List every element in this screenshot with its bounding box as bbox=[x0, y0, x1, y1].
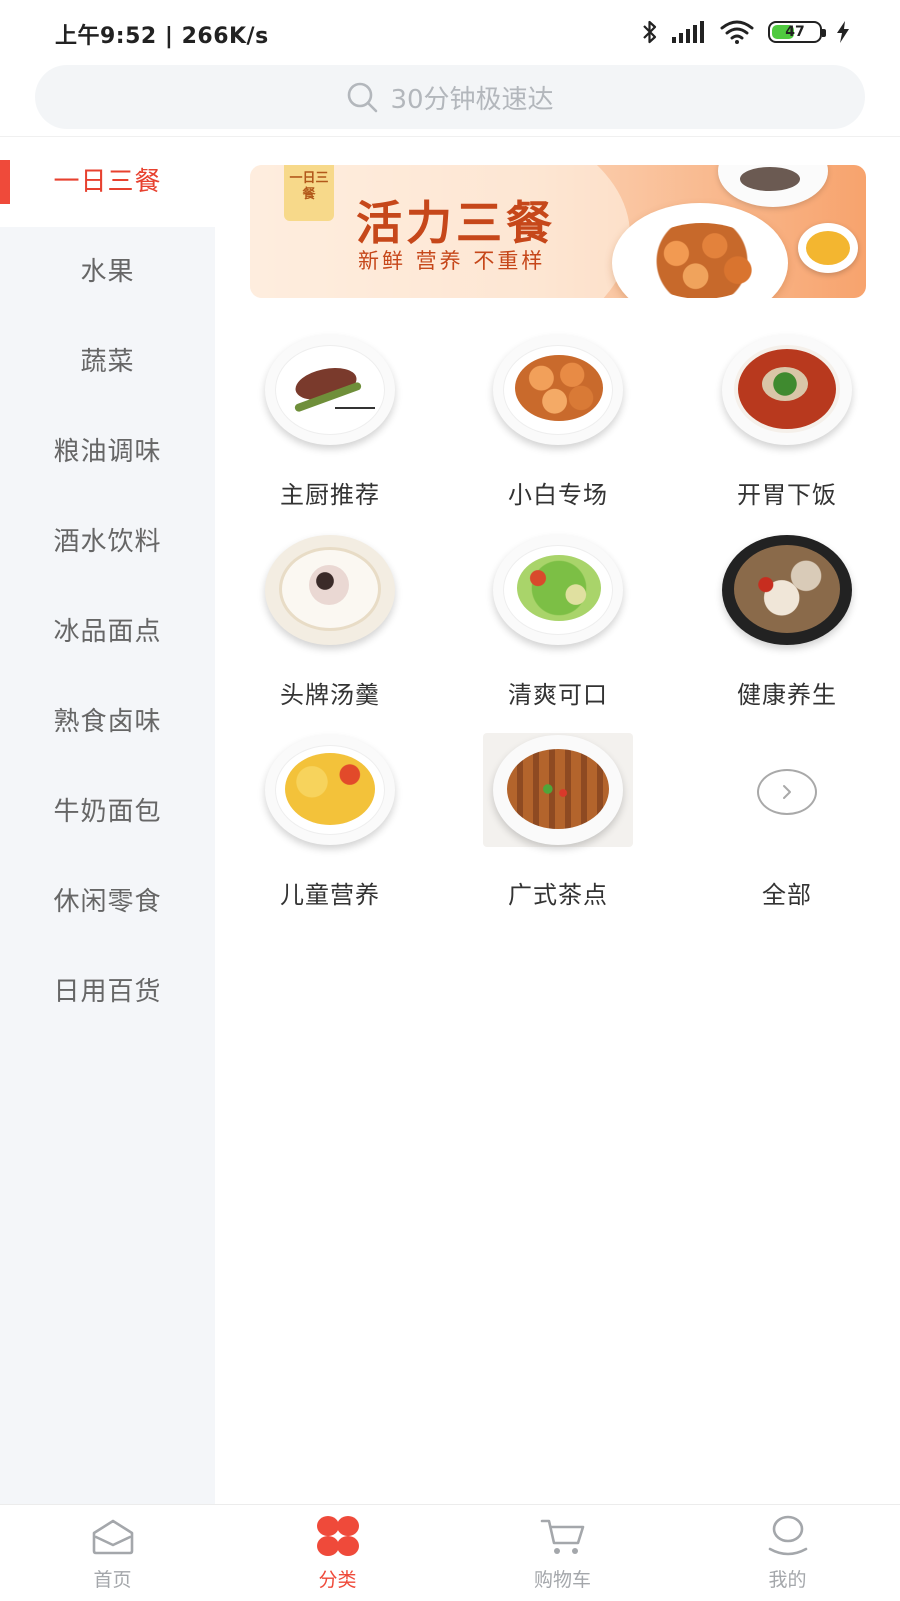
tile-label: 小白专场 bbox=[508, 481, 608, 509]
steak-asparagus-dish-image bbox=[265, 335, 395, 445]
food bbox=[734, 545, 840, 633]
sidebar-item-fruit[interactable]: 水果 bbox=[0, 227, 215, 317]
sidebar-item-vegetables[interactable]: 蔬菜 bbox=[0, 317, 215, 407]
home-icon bbox=[92, 1519, 134, 1555]
category-tile-soup[interactable]: 头牌汤羹 bbox=[230, 535, 430, 735]
food bbox=[515, 355, 603, 421]
sidebar-item-label: 冰品面点 bbox=[53, 617, 162, 647]
category-tile-chef-recommend[interactable]: 主厨推荐 bbox=[230, 335, 430, 535]
status-time: 上午9:52 | 266K/s bbox=[55, 24, 269, 49]
food bbox=[762, 367, 808, 401]
status-bar: 上午9:52 | 266K/s 47 bbox=[0, 0, 900, 64]
nav-label: 首页 bbox=[93, 1569, 132, 1591]
food bbox=[517, 555, 601, 621]
food bbox=[285, 753, 375, 825]
sidebar-item-drinks[interactable]: 酒水饮料 bbox=[0, 497, 215, 587]
cart-icon bbox=[540, 1519, 585, 1554]
category-tile-refreshing[interactable]: 清爽可口 bbox=[458, 535, 658, 735]
food bbox=[507, 749, 609, 829]
category-sidebar: 一日三餐 水果 蔬菜 粮油调味 酒水饮料 冰品面点 熟食卤味 牛奶面包 休闲零食… bbox=[0, 137, 215, 1504]
category-tile-cantonese-dimsum[interactable]: 广式茶点 bbox=[458, 733, 658, 935]
battery-cap bbox=[822, 29, 826, 37]
promo-banner[interactable]: 一日三餐 活力三餐 新鲜 营养 不重样 bbox=[250, 165, 866, 298]
banner-plate-image bbox=[718, 165, 828, 207]
sidebar-item-deli[interactable]: 熟食卤味 bbox=[0, 677, 215, 767]
sidebar-item-label: 熟食卤味 bbox=[53, 707, 162, 737]
sidebar-item-label: 水果 bbox=[80, 257, 135, 287]
sidebar-item-label: 一日三餐 bbox=[53, 167, 162, 197]
sidebar-item-label: 牛奶面包 bbox=[53, 797, 162, 827]
category-tile-beginner[interactable]: 小白专场 bbox=[458, 335, 658, 535]
tile-label: 全部 bbox=[762, 881, 812, 909]
food bbox=[309, 565, 349, 605]
chevron-right-icon bbox=[783, 785, 791, 799]
sidebar-item-household[interactable]: 日用百货 bbox=[0, 947, 215, 1037]
battery-icon: 47 bbox=[768, 21, 826, 43]
category-tile-appetizer[interactable]: 开胃下饭 bbox=[687, 335, 887, 535]
search-bar[interactable]: 30分钟极速达 bbox=[35, 65, 865, 129]
category-icon bbox=[317, 1516, 359, 1556]
banner-subtitle: 新鲜 营养 不重样 bbox=[358, 249, 546, 273]
banner-shrimp-image bbox=[638, 223, 766, 298]
nav-cart[interactable]: 购物车 bbox=[450, 1505, 675, 1601]
status-icons: 47 bbox=[642, 18, 850, 46]
banner-tag: 一日三餐 bbox=[284, 165, 334, 221]
nav-label: 购物车 bbox=[533, 1569, 591, 1591]
banner-title: 活力三餐 bbox=[356, 196, 556, 250]
nav-category[interactable]: 分类 bbox=[225, 1505, 450, 1601]
bottom-nav: 首页 分类 购物车 我的 bbox=[0, 1504, 900, 1600]
soup-dish-image bbox=[265, 535, 395, 645]
category-tile-health[interactable]: 健康养生 bbox=[687, 535, 887, 735]
sidebar-item-label: 休闲零食 bbox=[53, 887, 162, 917]
profile-icon bbox=[768, 1515, 808, 1556]
search-placeholder: 30分钟极速达 bbox=[390, 84, 554, 115]
sidebar-item-dairy-bread[interactable]: 牛奶面包 bbox=[0, 767, 215, 857]
food bbox=[335, 399, 375, 409]
charging-icon bbox=[837, 21, 849, 43]
clay-pot-dish-image bbox=[722, 535, 852, 645]
signal-icon bbox=[672, 21, 704, 43]
tile-label: 开胃下饭 bbox=[737, 481, 837, 509]
nav-profile[interactable]: 我的 bbox=[675, 1505, 900, 1601]
tile-label: 清爽可口 bbox=[508, 681, 608, 709]
category-tile-all[interactable]: 全部 bbox=[687, 735, 887, 935]
bluetooth-icon bbox=[643, 20, 657, 44]
tile-label: 头牌汤羹 bbox=[280, 681, 380, 709]
tile-label: 健康养生 bbox=[737, 681, 837, 709]
tile-label: 广式茶点 bbox=[508, 881, 608, 909]
nav-label: 分类 bbox=[318, 1569, 357, 1591]
banner-sauce-bowl-image bbox=[798, 223, 858, 273]
sidebar-item-snacks[interactable]: 休闲零食 bbox=[0, 857, 215, 947]
search-icon bbox=[348, 82, 378, 113]
tile-label: 主厨推荐 bbox=[280, 481, 380, 509]
curry-dish-image bbox=[265, 735, 395, 845]
salad-dish-image bbox=[493, 535, 623, 645]
nav-label: 我的 bbox=[768, 1569, 807, 1591]
sidebar-item-frozen[interactable]: 冰品面点 bbox=[0, 587, 215, 677]
chicken-feet-dish-image bbox=[483, 733, 633, 847]
wifi-icon bbox=[720, 20, 754, 44]
shrimp-dish-image bbox=[493, 335, 623, 445]
sidebar-item-label: 蔬菜 bbox=[80, 347, 135, 377]
sidebar-item-meals[interactable]: 一日三餐 bbox=[0, 137, 215, 227]
sidebar-item-label: 粮油调味 bbox=[53, 437, 162, 467]
view-all-button[interactable] bbox=[757, 769, 817, 815]
sidebar-item-grain-oil[interactable]: 粮油调味 bbox=[0, 407, 215, 497]
sidebar-item-label: 日用百货 bbox=[53, 977, 162, 1007]
category-tile-kids[interactable]: 儿童营养 bbox=[230, 735, 430, 935]
active-indicator bbox=[0, 160, 10, 204]
battery-level: 47 bbox=[785, 24, 805, 40]
nav-home[interactable]: 首页 bbox=[0, 1505, 225, 1601]
spicy-fish-dish-image bbox=[722, 335, 852, 445]
sidebar-item-label: 酒水饮料 bbox=[53, 527, 162, 557]
tile-label: 儿童营养 bbox=[280, 881, 380, 909]
